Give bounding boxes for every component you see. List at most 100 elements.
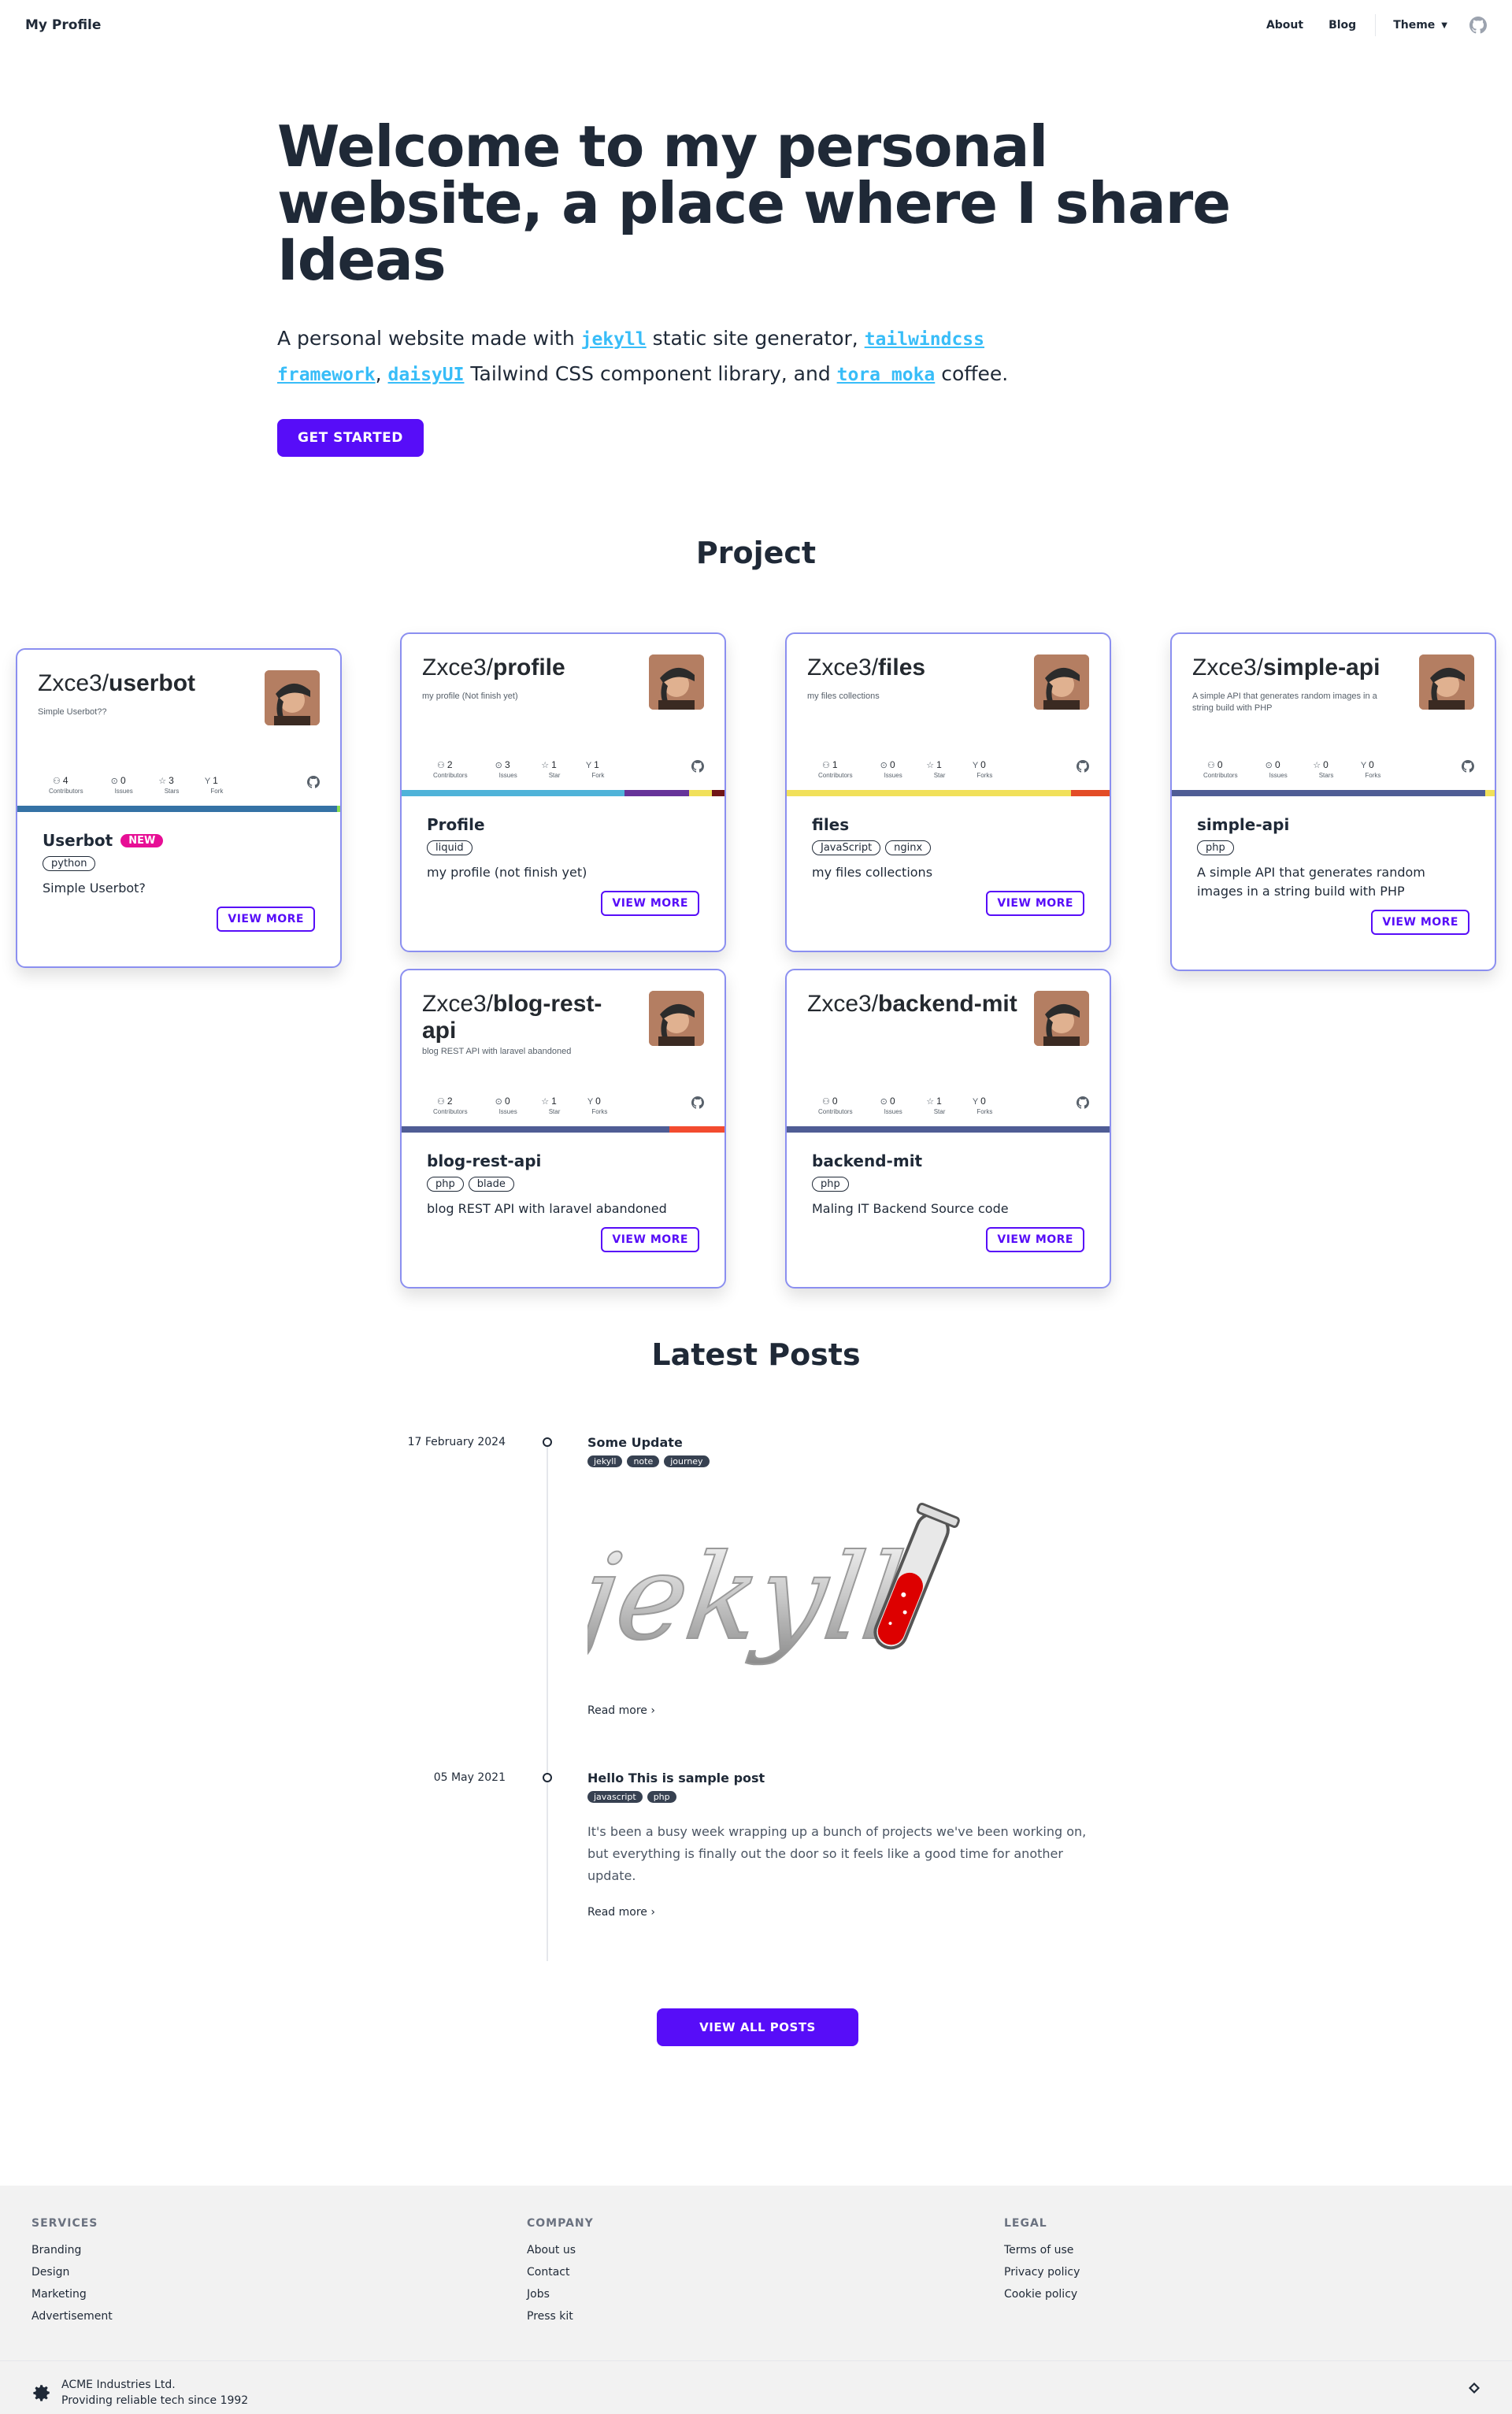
get-started-button[interactable]: GET STARTED [277, 419, 424, 457]
language-bar [402, 790, 724, 796]
repo-stat-issues: ⊙ 0 Issues [873, 759, 902, 779]
post-tag[interactable]: php [647, 1791, 676, 1803]
repo-stat-forks: Y 0 Forks [965, 759, 992, 779]
stat-value: 0 [889, 759, 895, 770]
stat-label: Contributors [433, 1108, 468, 1115]
post-tags: javascript php [587, 1791, 676, 1803]
repo-stats: ⚇ 0 Contributors ⊙ 0 Issues ☆ 1 Star Y 0 Forks [807, 1096, 992, 1115]
tech-tag: JavaScript [812, 840, 881, 855]
repo-full-name: Zxce3/userbot [38, 670, 250, 697]
footer-link[interactable]: Terms of use [1004, 2244, 1080, 2256]
hero-text-3: , [375, 362, 388, 385]
social-icon[interactable] [1468, 2382, 1480, 2394]
repo-full-name: Zxce3/profile [422, 654, 635, 681]
card-title-row: Profile [427, 815, 699, 834]
footer-heading: LEGAL [1004, 2217, 1047, 2230]
footer-services: SERVICES Branding Design Marketing Adver… [32, 2217, 113, 2332]
stat-value: 1 [936, 759, 942, 770]
timeline-dot [543, 1437, 552, 1447]
card-title-row: Userbot NEW [43, 831, 315, 850]
stat-value: 0 [595, 1096, 601, 1107]
post-excerpt: It's been a busy week wrapping up a bunc… [587, 1824, 1087, 1883]
repo-stat-issues: ⊙ 0 Issues [104, 775, 133, 795]
brand-link[interactable]: My Profile [25, 17, 101, 33]
post-title-link[interactable]: Some Update [587, 1435, 683, 1450]
nav-link-blog[interactable]: Blog [1316, 13, 1369, 38]
card-title: simple-api [1197, 815, 1290, 834]
footer-heading: SERVICES [32, 2217, 98, 2230]
stat-icon: Y [972, 1097, 979, 1107]
card-description: blog REST API with laravel abandoned [427, 1201, 667, 1216]
stat-icon: ☆ [541, 1097, 550, 1107]
post-tag[interactable]: javascript [587, 1791, 643, 1803]
stat-label: Contributors [818, 1108, 853, 1115]
navbar: My Profile About Blog Theme ▼ [0, 0, 1512, 50]
tech-tag: liquid [427, 840, 472, 855]
project-card: Zxce3/backend-mit ⚇ 0 Contributors ⊙ 0 Issue… [785, 969, 1111, 1289]
card-title-row: blog-rest-api [427, 1151, 699, 1170]
footer-link[interactable]: Branding [32, 2244, 113, 2256]
view-all-posts-button[interactable]: VIEW ALL POSTS [657, 2008, 858, 2046]
view-more-button[interactable]: VIEW MORE [986, 891, 1084, 916]
read-more-link[interactable]: Read more › [587, 1906, 655, 1919]
repo-stat-issues: ⊙ 0 Issues [488, 1096, 517, 1115]
repo-stat-issues: ⊙ 3 Issues [488, 759, 517, 779]
post-title-link[interactable]: Hello This is sample post [587, 1771, 765, 1785]
language-bar [1172, 790, 1495, 796]
theme-dropdown[interactable]: Theme ▼ [1382, 13, 1458, 38]
view-more-button[interactable]: VIEW MORE [601, 1227, 699, 1252]
footer-link[interactable]: Cookie policy [1004, 2288, 1080, 2301]
footer-link[interactable]: Contact [527, 2266, 594, 2279]
stat-icon: ⊙ [880, 1097, 888, 1107]
stat-value: 0 [980, 1096, 986, 1107]
footer-link[interactable]: Jobs [527, 2288, 594, 2301]
nav-link-about[interactable]: About [1254, 13, 1316, 38]
card-body: files JavaScript nginx my files collections… [787, 796, 1110, 916]
daisyui-link[interactable]: daisyUI [388, 365, 465, 385]
footer-link[interactable]: Privacy policy [1004, 2266, 1080, 2279]
stat-icon: ⚇ [1206, 761, 1215, 770]
stat-label: Star [548, 772, 561, 779]
tora-moka-link[interactable]: tora moka [837, 365, 936, 385]
view-more-button[interactable]: VIEW MORE [986, 1227, 1084, 1252]
repo-stat-stars: ☆ 1 Star [538, 759, 561, 779]
stat-icon: ⚇ [821, 1097, 830, 1107]
repo-stat-stars: ☆ 3 Stars [154, 775, 179, 795]
jekyll-logo-image: jekyll [587, 1502, 960, 1667]
company-tagline: Providing reliable tech since 1992 [61, 2394, 249, 2407]
stat-value: 1 [213, 775, 218, 786]
post-tag[interactable]: jekyll [587, 1455, 623, 1467]
stat-label: Forks [1365, 772, 1381, 779]
repo-stats: ⚇ 1 Contributors ⊙ 0 Issues ☆ 1 Star Y 0 Forks [807, 759, 992, 779]
project-card: Zxce3/userbot Simple Userbot?? ⚇ 4 Contribu… [16, 648, 342, 968]
project-card: Zxce3/files my files collections ⚇ 1 Contri… [785, 632, 1111, 952]
repo-description: Simple Userbot?? [38, 707, 107, 717]
footer-link[interactable]: Press kit [527, 2310, 594, 2323]
repo-stat-contributors: ⚇ 2 Contributors [422, 1096, 468, 1115]
card-tags: liquid [427, 840, 699, 855]
card-title: files [812, 815, 850, 834]
post-tag[interactable]: journey [664, 1455, 710, 1467]
read-more-link[interactable]: Read more › [587, 1704, 655, 1717]
footer-link[interactable]: Design [32, 2266, 113, 2279]
stat-label: Issues [884, 772, 902, 779]
view-more-button[interactable]: VIEW MORE [601, 891, 699, 916]
post-tag[interactable]: note [627, 1455, 660, 1467]
footer-link[interactable]: About us [527, 2244, 594, 2256]
stat-icon: ⚇ [436, 1097, 445, 1107]
language-segment [711, 790, 724, 796]
language-segment [17, 806, 337, 812]
stat-icon: ☆ [541, 761, 550, 770]
github-icon[interactable] [1469, 17, 1487, 34]
footer-link[interactable]: Advertisement [32, 2310, 113, 2323]
view-more-button[interactable]: VIEW MORE [217, 907, 315, 932]
stat-label: Contributors [1203, 772, 1238, 779]
hero-text-1: A personal website made with [277, 327, 581, 350]
language-segment [669, 1126, 724, 1133]
hero-section: Welcome to my personal website, a place … [277, 118, 1235, 457]
footer-link[interactable]: Marketing [32, 2288, 113, 2301]
repo-description: blog REST API with laravel abandoned [422, 1047, 572, 1056]
jekyll-link[interactable]: jekyll [581, 329, 647, 350]
view-more-button[interactable]: VIEW MORE [1371, 910, 1469, 935]
stat-label: Contributors [49, 788, 83, 795]
